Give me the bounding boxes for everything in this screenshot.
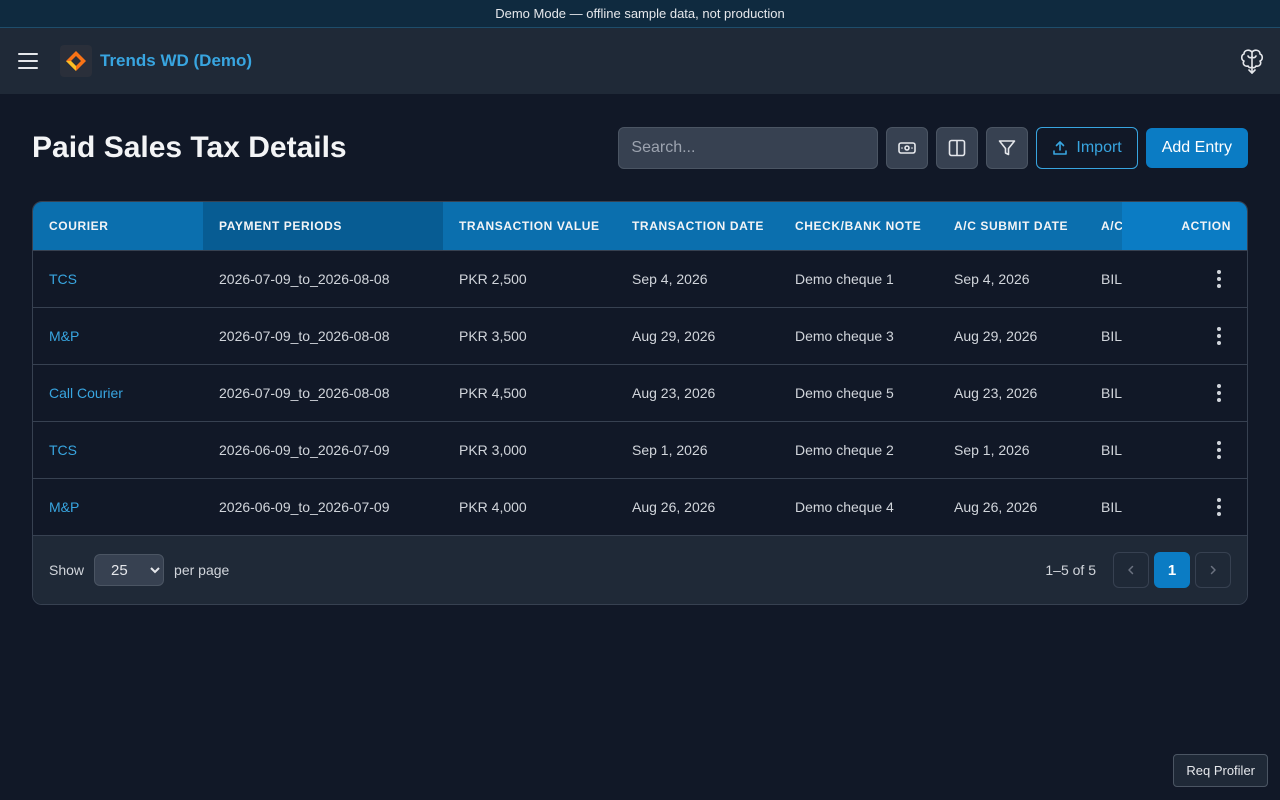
column-header-courier[interactable]: COURIER [33,202,203,250]
row-action-cell [1122,249,1247,307]
check-bank-note-cell: Demo cheque 3 [779,306,938,364]
ac-submit-date-cell: Sep 4, 2026 [938,249,1085,307]
chevron-right-icon [1210,565,1216,575]
column-header-check-bank-note[interactable]: CHECK/BANK NOTE [779,202,938,250]
ac-b-cell: BILL-0 [1085,420,1122,478]
brain-icon[interactable] [1240,48,1264,74]
row-action-cell [1122,477,1247,535]
payment-period-cell: 2026-07-09_to_2026-08-08 [203,249,443,307]
courier-cell[interactable]: Call Courier [33,363,203,421]
prev-page-button[interactable] [1113,552,1149,588]
brand-name[interactable]: Trends WD (Demo) [100,51,252,71]
ac-b-cell: BILL-0 [1085,249,1122,307]
transaction-value-cell: PKR 4,000 [443,477,616,535]
brand-logo-icon [60,45,92,77]
ac-submit-date-cell: Aug 23, 2026 [938,363,1085,421]
chevron-left-icon [1128,565,1134,575]
table-row: M&P 2026-06-09_to_2026-07-09 PKR 4,000 A… [33,477,1247,535]
column-header-action: ACTION [1122,202,1247,250]
upload-icon [1053,140,1068,155]
req-profiler-button[interactable]: Req Profiler [1173,754,1268,787]
row-action-cell [1122,306,1247,364]
per-page-select[interactable]: 25 [94,554,165,586]
page-header: Paid Sales Tax Details Search... Import … [32,94,1248,201]
courier-cell[interactable]: TCS [33,249,203,307]
ac-submit-date-cell: Aug 26, 2026 [938,477,1085,535]
show-label: Show [49,562,85,578]
import-button[interactable]: Import [1036,126,1138,169]
columns-button[interactable] [936,126,979,169]
courier-cell[interactable]: M&P [33,306,203,364]
row-action-cell [1122,420,1247,478]
ac-submit-date-cell: Aug 29, 2026 [938,306,1085,364]
banknote-icon [898,141,917,154]
import-label: Import [1076,138,1122,156]
transaction-date-cell: Aug 29, 2026 [616,306,779,364]
transaction-value-cell: PKR 2,500 [443,249,616,307]
payment-period-cell: 2026-06-09_to_2026-07-09 [203,477,443,535]
table-row: M&P 2026-07-09_to_2026-08-08 PKR 3,500 A… [33,306,1247,364]
kebab-menu-icon[interactable] [1217,383,1221,402]
sales-tax-table: COURIER PAYMENT PERIODS TRANSACTION VALU… [33,202,1247,535]
transaction-date-cell: Aug 23, 2026 [616,363,779,421]
transaction-date-cell: Sep 1, 2026 [616,420,779,478]
next-page-button[interactable] [1195,552,1231,588]
top-navbar: Trends WD (Demo) [0,28,1280,94]
search-input[interactable] [618,126,879,169]
transaction-value-cell: PKR 3,500 [443,306,616,364]
banner-text: Demo Mode — offline sample data, not pro… [495,6,785,21]
currency-button[interactable] [886,126,929,169]
column-header-transaction-value[interactable]: TRANSACTION VALUE [443,202,616,250]
kebab-menu-icon[interactable] [1217,440,1221,459]
transaction-date-cell: Aug 26, 2026 [616,477,779,535]
check-bank-note-cell: Demo cheque 5 [779,363,938,421]
column-header-payment-periods[interactable]: PAYMENT PERIODS [203,202,443,250]
table-header-row: COURIER PAYMENT PERIODS TRANSACTION VALU… [33,202,1247,250]
table-row: TCS 2026-06-09_to_2026-07-09 PKR 3,000 S… [33,420,1247,478]
table-row: Call Courier 2026-07-09_to_2026-08-08 PK… [33,363,1247,421]
filter-button[interactable] [986,126,1029,169]
table-row: TCS 2026-07-09_to_2026-08-08 PKR 2,500 S… [33,249,1247,307]
payment-period-cell: 2026-07-09_to_2026-08-08 [203,306,443,364]
add-entry-button[interactable]: Add Entry [1145,127,1248,168]
column-header-ac-submit-date[interactable]: A/C SUBMIT DATE [938,202,1085,250]
columns-icon [949,139,966,156]
courier-cell[interactable]: TCS [33,420,203,478]
page-button-current[interactable]: 1 [1154,552,1190,588]
transaction-date-cell: Sep 4, 2026 [616,249,779,307]
page-title: Paid Sales Tax Details [32,130,347,164]
transaction-value-cell: PKR 3,000 [443,420,616,478]
kebab-menu-icon[interactable] [1217,326,1221,345]
ac-submit-date-cell: Sep 1, 2026 [938,420,1085,478]
kebab-menu-icon[interactable] [1217,497,1221,516]
ac-b-cell: BILL-0 [1085,363,1122,421]
data-table-card: COURIER PAYMENT PERIODS TRANSACTION VALU… [32,201,1248,605]
main-content: Paid Sales Tax Details Search... Import … [0,94,1280,605]
check-bank-note-cell: Demo cheque 1 [779,249,938,307]
per-page-label: per page [174,562,230,578]
payment-period-cell: 2026-07-09_to_2026-08-08 [203,363,443,421]
column-header-ac-b[interactable]: A/C B [1085,202,1122,250]
hamburger-icon[interactable] [18,53,38,69]
courier-cell[interactable]: M&P [33,477,203,535]
transaction-value-cell: PKR 4,500 [443,363,616,421]
pagination-range: 1–5 of 5 [1045,562,1096,578]
check-bank-note-cell: Demo cheque 2 [779,420,938,478]
check-bank-note-cell: Demo cheque 4 [779,477,938,535]
column-header-transaction-date[interactable]: TRANSACTION DATE [616,202,779,250]
ac-b-cell: BILL-0 [1085,477,1122,535]
payment-period-cell: 2026-06-09_to_2026-07-09 [203,420,443,478]
ac-b-cell: BILL-0 [1085,306,1122,364]
filter-icon [999,139,1016,155]
kebab-menu-icon[interactable] [1217,269,1221,288]
row-action-cell [1122,363,1247,421]
demo-mode-banner: Demo Mode — offline sample data, not pro… [0,0,1280,28]
table-footer: Show 25 per page 1–5 of 5 1 [33,535,1247,604]
